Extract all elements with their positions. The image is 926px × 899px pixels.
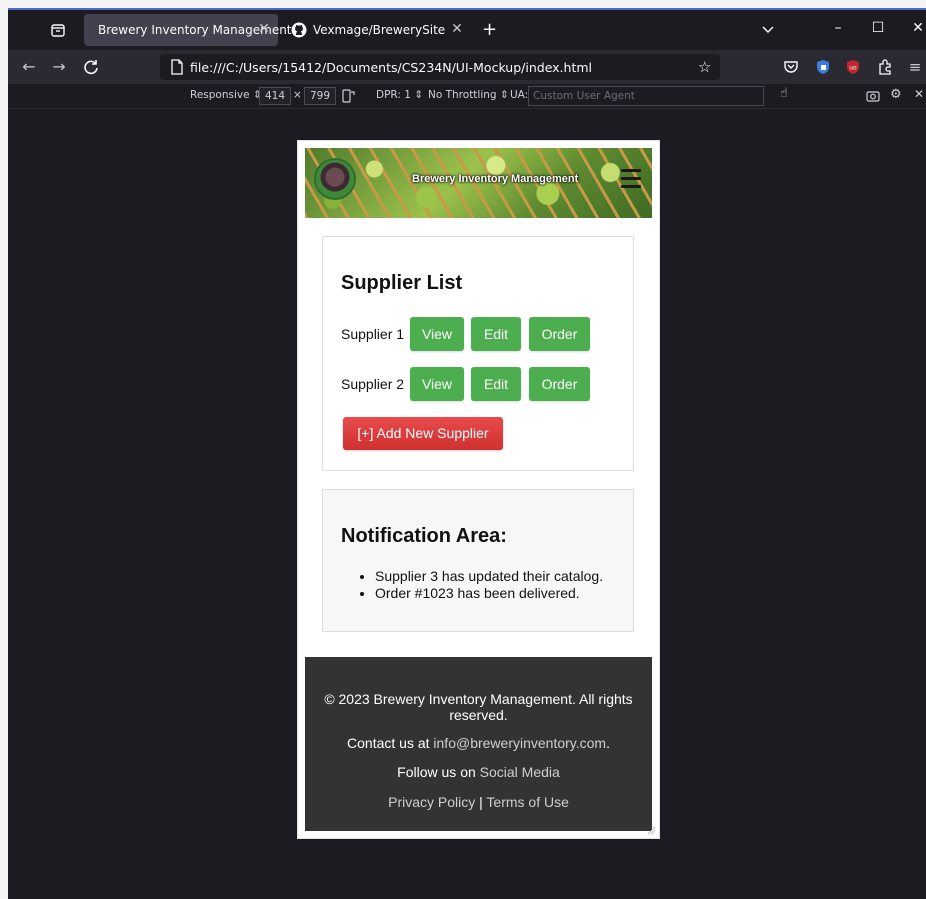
screenshot-icon[interactable]: [866, 89, 880, 103]
tab-title: Vexmage/BrewerySite: [313, 23, 446, 37]
edit-supplier-button[interactable]: Edit: [471, 367, 521, 401]
close-window-button[interactable]: ✕: [908, 20, 926, 36]
supplier-name: Supplier 2: [341, 376, 405, 392]
url-text: file:///C:/Users/15412/Documents/CS234N/…: [190, 60, 593, 75]
touch-simulation-icon[interactable]: ☝: [780, 86, 788, 101]
site-title: Brewery Inventory Management: [412, 173, 579, 185]
close-tab-icon[interactable]: ✕: [256, 21, 272, 37]
privacy-policy-link[interactable]: Privacy Policy: [388, 794, 475, 810]
terms-of-use-link[interactable]: Terms of Use: [486, 794, 568, 810]
dpr-label: DPR: 1: [376, 89, 411, 101]
viewport-resize-handle-icon[interactable]: [646, 825, 656, 835]
legal-separator: |: [475, 794, 487, 810]
order-supplier-button[interactable]: Order: [529, 367, 590, 401]
device-mode-select[interactable]: Responsive ⇕: [190, 89, 262, 101]
notification-item: Order #1023 has been delivered.: [375, 585, 603, 602]
reload-icon[interactable]: [82, 58, 100, 76]
forward-icon[interactable]: →: [50, 58, 68, 76]
tab-brewery-inventory[interactable]: Brewery Inventory Management ✕: [84, 14, 292, 46]
contact-suffix: .: [606, 735, 610, 751]
viewport-height-input[interactable]: 799: [304, 87, 336, 105]
device-mode-label: Responsive: [190, 89, 250, 101]
supplier-list-card: Supplier List Supplier 1 View Edit Order…: [322, 236, 634, 471]
extension-shield-icon[interactable]: [814, 58, 832, 76]
bookmark-star-icon[interactable]: ☆: [698, 58, 711, 76]
back-icon[interactable]: ←: [20, 58, 38, 76]
tab-strip: Brewery Inventory Management ✕ Vexmage/B…: [8, 10, 926, 50]
footer-copyright: © 2023 Brewery Inventory Management. All…: [324, 691, 633, 723]
supplier-row: Supplier 2 View Edit Order: [341, 367, 621, 401]
close-tab-icon[interactable]: ✕: [449, 21, 465, 37]
hamburger-menu-icon[interactable]: [621, 169, 641, 189]
ua-label: UA:: [510, 89, 529, 101]
viewport-width-input[interactable]: 414: [259, 87, 291, 105]
throttling-select[interactable]: No Throttling ⇕: [428, 89, 509, 101]
footer-follow: Follow us on Social Media: [305, 764, 652, 780]
responsive-design-toolbar: Responsive ⇕ 414 × 799 DPR: 1 ⇕ No Throt…: [8, 84, 926, 109]
view-supplier-button[interactable]: View: [410, 367, 464, 401]
contact-prefix: Contact us at: [347, 735, 434, 751]
settings-gear-icon[interactable]: ⚙: [890, 87, 902, 102]
svg-text:uo: uo: [849, 65, 857, 72]
extensions-icon[interactable]: [876, 58, 894, 76]
page-icon: [171, 59, 183, 75]
menu-icon[interactable]: ≡: [906, 58, 924, 76]
user-agent-input[interactable]: Custom User Agent: [528, 86, 764, 106]
tab-list-icon[interactable]: [50, 22, 66, 38]
brewery-logo: [314, 158, 356, 200]
ublock-origin-icon[interactable]: uo: [844, 58, 862, 76]
notification-heading: Notification Area:: [341, 525, 507, 547]
new-tab-button[interactable]: +: [482, 20, 497, 40]
maximize-button[interactable]: ☐: [868, 20, 888, 36]
github-icon: [291, 22, 307, 38]
browser-window: Brewery Inventory Management ✕ Vexmage/B…: [8, 8, 926, 899]
rotate-device-icon[interactable]: [341, 89, 355, 103]
list-all-tabs-icon[interactable]: [758, 22, 778, 38]
pocket-icon[interactable]: [782, 58, 800, 76]
minimize-button[interactable]: –: [828, 20, 848, 36]
address-bar[interactable]: file:///C:/Users/15412/Documents/CS234N/…: [160, 54, 720, 80]
edit-supplier-button[interactable]: Edit: [471, 317, 521, 351]
notification-item: Supplier 3 has updated their catalog.: [375, 568, 603, 585]
site-header: Brewery Inventory Management: [305, 148, 652, 218]
footer-legal-links: Privacy Policy | Terms of Use: [305, 794, 652, 810]
social-media-link[interactable]: Social Media: [480, 764, 560, 780]
site-footer: © 2023 Brewery Inventory Management. All…: [305, 657, 652, 831]
follow-prefix: Follow us on: [397, 764, 480, 780]
notification-list: Supplier 3 has updated their catalog. Or…: [359, 568, 603, 602]
supplier-row: Supplier 1 View Edit Order: [341, 317, 621, 351]
view-supplier-button[interactable]: View: [410, 317, 464, 351]
contact-email-link[interactable]: info@breweryinventory.com: [433, 735, 606, 751]
dimension-separator: ×: [293, 89, 302, 101]
notification-area-card: Notification Area: Supplier 3 has update…: [322, 489, 634, 632]
device-viewport: Brewery Inventory Management Supplier Li…: [298, 141, 659, 838]
footer-contact: Contact us at info@breweryinventory.com.: [305, 735, 652, 751]
navigation-toolbar: ← → file:///C:/Users/15412/Documents/CS2…: [8, 50, 926, 84]
add-new-supplier-button[interactable]: [+] Add New Supplier: [343, 417, 503, 450]
ua-placeholder: Custom User Agent: [533, 90, 635, 102]
throttling-label: No Throttling: [428, 89, 497, 101]
tab-vexmage-brewerysite[interactable]: Vexmage/BrewerySite ✕: [283, 14, 473, 46]
close-rdm-icon[interactable]: ✕: [914, 87, 924, 101]
supplier-list-heading: Supplier List: [341, 272, 463, 294]
order-supplier-button[interactable]: Order: [529, 317, 590, 351]
dpr-select[interactable]: DPR: 1 ⇕: [376, 89, 423, 101]
supplier-name: Supplier 1: [341, 326, 405, 342]
